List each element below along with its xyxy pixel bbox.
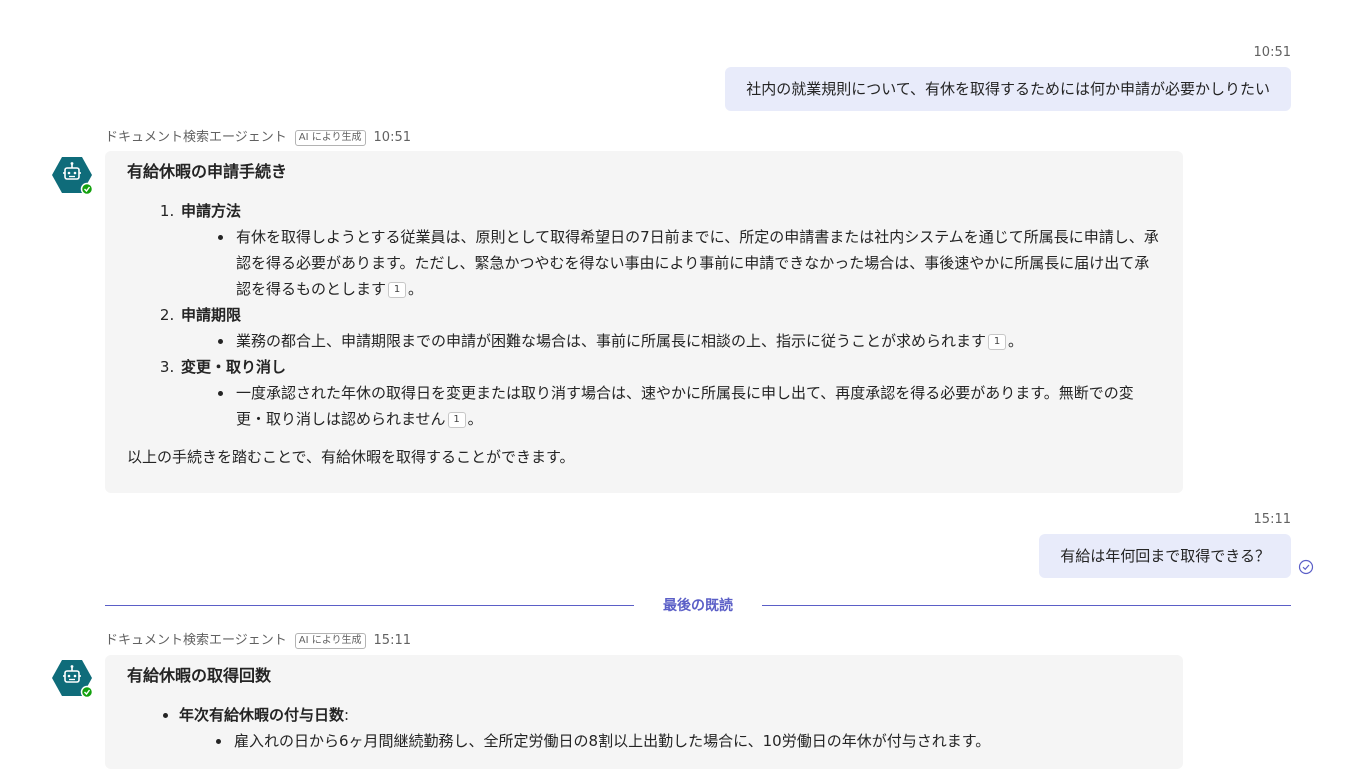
citation-marker[interactable]: 1 [447,412,466,428]
step-label: 申請方法 [181,202,242,220]
bot-message-card[interactable]: 有給休暇の申請手続き 申請方法 有休を取得しようとする従業員は、原則として取得希… [105,151,1183,493]
message-timestamp: 10:51 [1253,45,1291,60]
bot-message-header: ドキュメント検索エージェント AI により生成 15:11 [105,632,411,650]
message-timestamp: 15:11 [1253,512,1291,527]
ai-generated-badge: AI により生成 [294,130,366,146]
step-label: 申請期限 [181,306,242,324]
response-title: 有給休暇の取得回数 [127,666,272,685]
bullet-text: 業務の都合上、申請期限までの申請が困難な場合は、事前に所属長に相談の上、指示に従… [236,332,987,350]
citation-marker[interactable]: 1 [388,282,407,298]
item-colon: : [344,706,350,724]
list-item: 雇入れの日から6ヶ月間継続勤務し、全所定労働日の8割以上出勤した場合に、10労働… [232,728,1161,754]
bullets-list: 年次有給休暇の付与日数: 雇入れの日から6ヶ月間継続勤務し、全所定労働日の8割以… [127,702,1161,754]
list-item: 有休を取得しようとする従業員は、原則として取得希望日の7日前までに、所定の申請書… [234,224,1161,302]
list-item: 申請期限 業務の都合上、申請期限までの申請が困難な場合は、事前に所属長に相談の上… [179,302,1161,354]
list-item: 一度承認された年休の取得日を変更または取り消す場合は、速やかに所属長に申し出て、… [234,380,1161,432]
item-label: 年次有給休暇の付与日数 [179,706,345,724]
sender-name: ドキュメント検索エージェント [105,130,287,145]
list-item: 申請方法 有休を取得しようとする従業員は、原則として取得希望日の7日前までに、所… [179,198,1161,302]
closing-text: 以上の手続きを踏むことで、有給休暇を取得することができます。 [127,448,575,466]
response-title: 有給休暇の申請手続き [127,162,288,181]
message-timestamp: 15:11 [373,633,411,648]
citation-marker[interactable]: 1 [988,334,1007,350]
step-label: 変更・取り消し [181,358,287,376]
user-message-bubble[interactable]: 有給は年何回まで取得できる？ [1039,534,1291,578]
ai-generated-badge: AI により生成 [294,633,366,649]
bot-avatar-icon [52,157,92,195]
list-item: 年次有給休暇の付与日数: 雇入れの日から6ヶ月間継続勤務し、全所定労働日の8割以… [179,702,1161,754]
sender-name: ドキュメント検索エージェント [105,633,287,648]
bullet-text: 一度承認された年休の取得日を変更または取り消す場合は、速やかに所属長に申し出て、… [236,384,1134,428]
list-item: 業務の都合上、申請期限までの申請が困難な場合は、事前に所属長に相談の上、指示に従… [234,328,1161,354]
last-read-divider: 最後の既読 [663,598,733,614]
bullet-text: 有休を取得しようとする従業員は、原則として取得希望日の7日前までに、所定の申請書… [236,228,1159,298]
bullet-text-end: 。 [408,280,424,298]
bullet-text-end: 。 [1008,332,1024,350]
bot-avatar-icon [52,660,92,698]
list-item: 変更・取り消し 一度承認された年休の取得日を変更または取り消す場合は、速やかに所… [179,354,1161,432]
steps-list: 申請方法 有休を取得しようとする従業員は、原則として取得希望日の7日前までに、所… [127,198,1161,432]
bot-message-card[interactable]: 有給休暇の取得回数 年次有給休暇の付与日数: 雇入れの日から6ヶ月間継続勤務し、… [105,655,1183,769]
read-receipt-icon [1298,559,1314,575]
bot-message-header: ドキュメント検索エージェント AI により生成 10:51 [105,129,411,147]
message-timestamp: 10:51 [373,130,411,145]
user-message-bubble[interactable]: 社内の就業規則について、有休を取得するためには何か申請が必要かしりたい [725,67,1291,111]
bullet-text-end: 。 [467,410,483,428]
